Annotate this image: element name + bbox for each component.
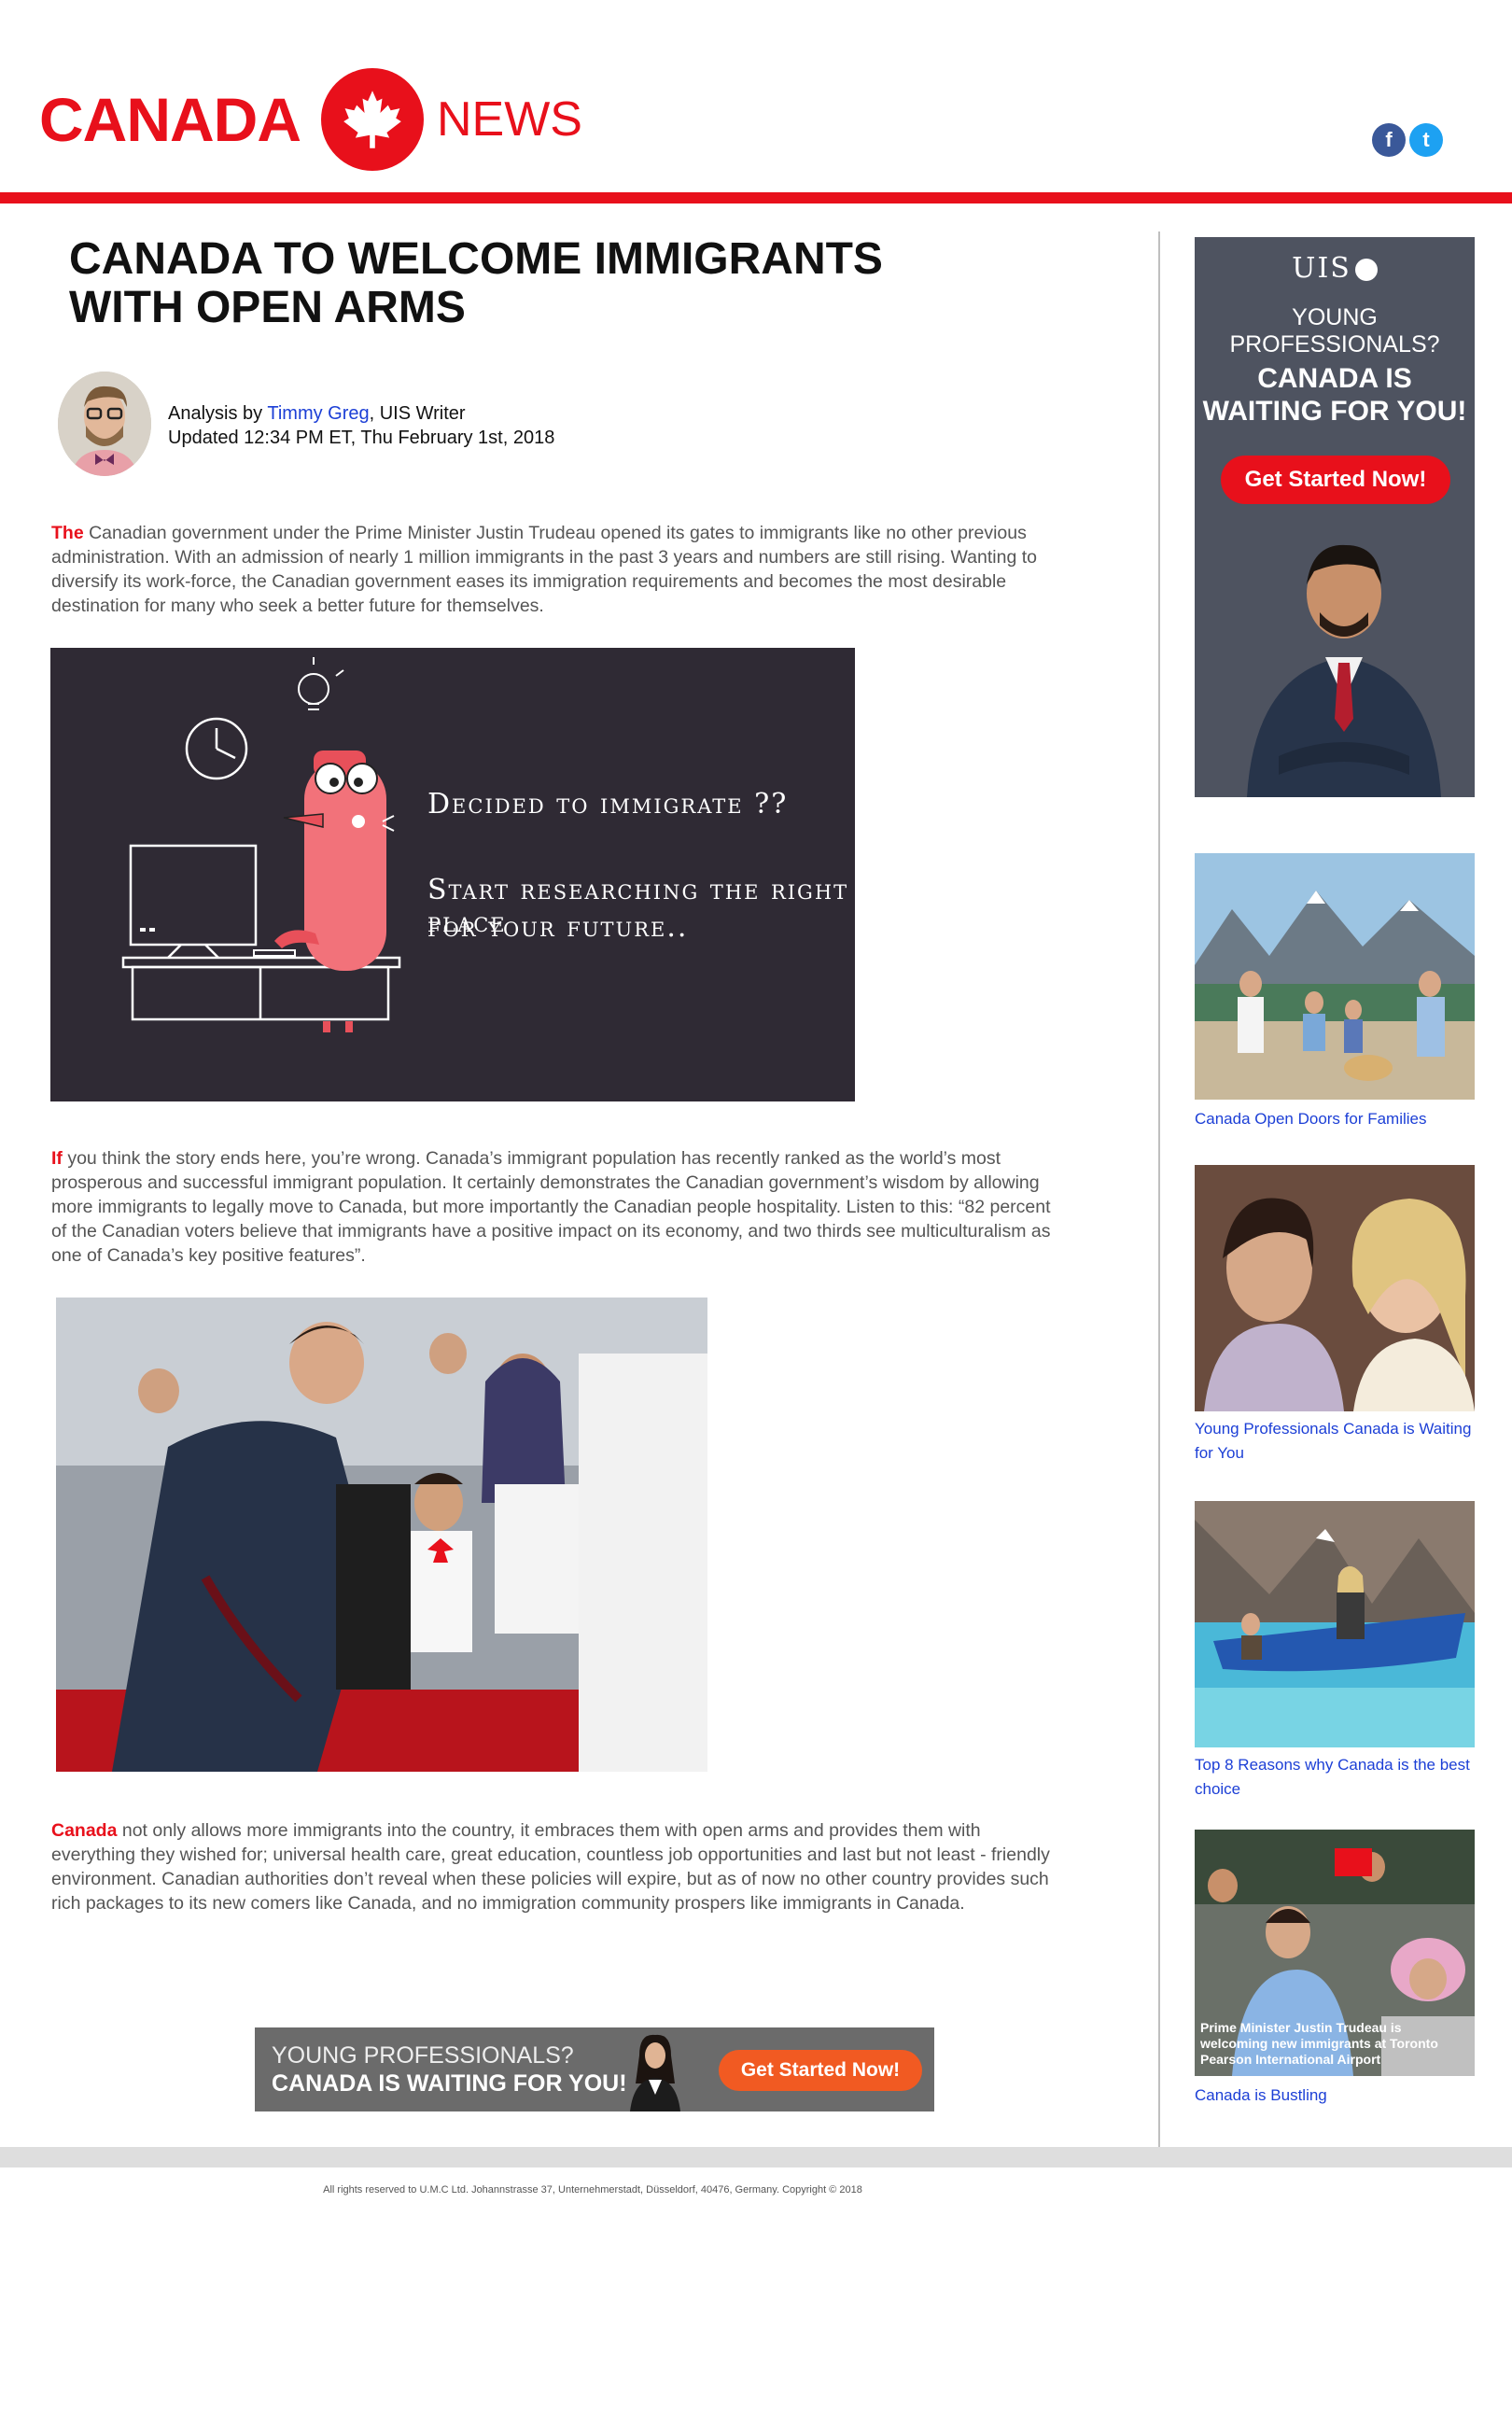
article-title: CANADA TO WELCOME IMMIGRANTS WITH OPEN A… [69,234,883,332]
ad-line-2: CANADA IS WAITING FOR YOU! [1202,363,1467,427]
story-caption-1[interactable]: Canada Open Doors for Families [1195,1107,1475,1131]
column-divider [1158,231,1160,2147]
paragraph-body: you think the story ends here, you’re wr… [51,1148,1051,1266]
article-paragraph-2: If you think the story ends here, you’re… [51,1146,1069,1268]
banner-line-1: YOUNG PROFESSIONALS? [272,2042,574,2069]
maple-leaf-icon [320,68,424,171]
byline-prefix: Analysis by [168,403,268,424]
footer-text: All rights reserved to U.M.C Ltd. Johann… [323,2184,862,2196]
illustration-line-3: for your future.. [427,911,689,944]
social-links: f t [1372,123,1443,157]
twitter-icon[interactable]: t [1409,123,1443,157]
story-caption-2[interactable]: Young Professionals Canada is Waiting fo… [1195,1417,1475,1466]
footer-band [0,2147,1512,2167]
facebook-icon[interactable]: f [1372,123,1406,157]
site-header: CANADA NEWS f t [0,0,1512,194]
header-divider [0,192,1512,203]
author-role: , UIS Writer [369,403,466,424]
story-image-families[interactable] [1195,853,1475,1100]
paragraph-lead: Canada [51,1820,118,1841]
article-byline: Analysis by Timmy Greg, UIS Writer Updat… [168,401,554,450]
author-avatar [58,372,151,476]
author-link[interactable]: Timmy Greg [267,403,369,424]
get-started-button[interactable]: Get Started Now! [719,2050,922,2091]
ad-get-started-button[interactable]: Get Started Now! [1221,456,1450,504]
site-logo[interactable]: CANADA NEWS [39,63,582,175]
uis-logo-text: UIS [1292,252,1351,285]
paragraph-body: Canadian government under the Prime Mini… [51,523,1037,616]
story-image-professionals[interactable] [1195,1165,1475,1411]
story-caption-3[interactable]: Top 8 Reasons why Canada is the best cho… [1195,1753,1475,1802]
paragraph-body: not only allows more immigrants into the… [51,1820,1050,1914]
ad-person-image [1247,544,1441,797]
author-line: Analysis by Timmy Greg, UIS Writer [168,401,554,426]
story-caption-4[interactable]: Canada is Bustling [1195,2083,1475,2108]
banner-line-2: CANADA IS WAITING FOR YOU! [272,2070,627,2097]
maple-badge-icon [1354,259,1378,281]
story-image-bustling[interactable]: Prime Minister Justin Trudeau is welcomi… [1195,1830,1475,2076]
article-photo-trudeau [56,1298,707,1772]
logo-news-text: NEWS [436,92,582,147]
logo-canada-text: CANADA [39,85,301,154]
paragraph-lead: If [51,1148,63,1169]
ad-line-1: YOUNG PROFESSIONALS? [1229,304,1440,358]
sidebar-ad[interactable]: UIS YOUNG PROFESSIONALS? CANADA IS WAITI… [1195,237,1475,797]
story-overlay-text: Prime Minister Justin Trudeau is welcomi… [1200,2020,1438,2067]
illustration-question: Decided to immigrate ?? [427,788,789,821]
paragraph-lead: The [51,523,84,543]
story-image-canoe[interactable] [1195,1501,1475,1747]
banner-person-image [630,2034,680,2111]
uis-logo: UIS [1195,252,1475,285]
article-paragraph-3: Canada not only allows more immigrants i… [51,1818,1069,1915]
updated-timestamp: Updated 12:34 PM ET, Thu February 1st, 2… [168,428,555,448]
article-paragraph-1: The Canadian government under the Prime … [51,521,1069,618]
article-illustration: Decided to immigrate ?? Start researchin… [50,648,855,1101]
bottom-ad-banner[interactable]: YOUNG PROFESSIONALS? CANADA IS WAITING F… [255,2027,934,2111]
